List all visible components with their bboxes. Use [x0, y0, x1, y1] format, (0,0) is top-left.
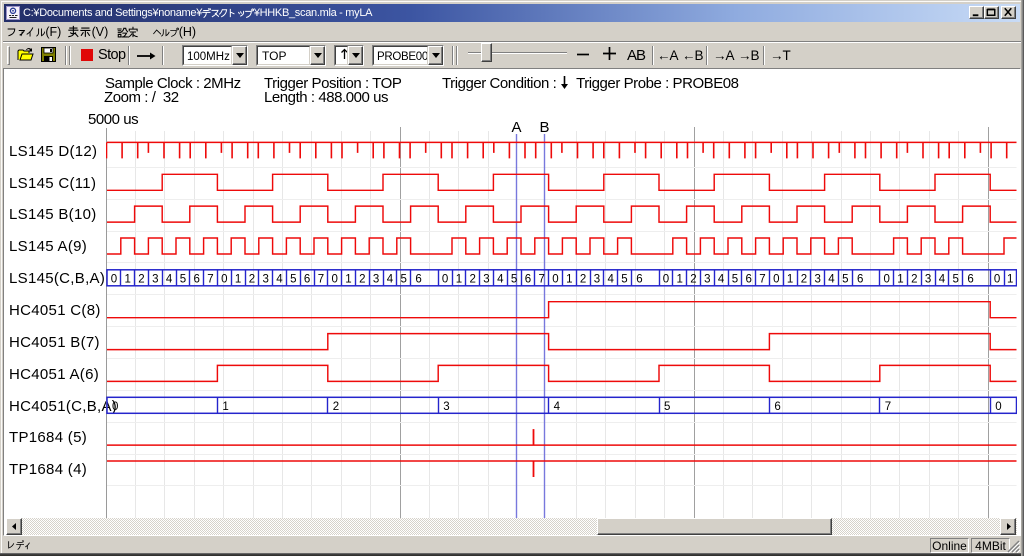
svg-text:6: 6	[525, 273, 531, 285]
svg-text:5: 5	[290, 273, 296, 285]
svg-text:B: B	[539, 119, 549, 136]
svg-text:A: A	[511, 119, 521, 136]
svg-text:0: 0	[994, 273, 1000, 285]
svg-text:6: 6	[304, 273, 310, 285]
svg-text:3: 3	[152, 273, 158, 285]
svg-text:3: 3	[443, 401, 449, 413]
svg-text:3: 3	[704, 273, 710, 285]
svg-text:0: 0	[112, 401, 118, 413]
svg-text:0: 0	[221, 273, 227, 285]
svg-text:0: 0	[331, 273, 337, 285]
svg-text:6: 6	[415, 273, 421, 285]
svg-text:0: 0	[773, 273, 779, 285]
svg-text:3: 3	[373, 273, 379, 285]
svg-text:6: 6	[857, 273, 863, 285]
svg-text:0: 0	[663, 273, 669, 285]
svg-text:6: 6	[636, 273, 642, 285]
svg-text:7: 7	[318, 273, 324, 285]
svg-text:7: 7	[207, 273, 213, 285]
svg-text:2: 2	[333, 401, 339, 413]
svg-text:6: 6	[193, 273, 199, 285]
svg-text:2: 2	[249, 273, 255, 285]
svg-text:0: 0	[111, 273, 117, 285]
svg-text:1: 1	[787, 273, 793, 285]
svg-text:5: 5	[732, 273, 738, 285]
svg-text:4: 4	[939, 273, 946, 285]
svg-text:5: 5	[952, 273, 958, 285]
svg-text:1: 1	[222, 401, 228, 413]
svg-text:1: 1	[566, 273, 572, 285]
svg-text:3: 3	[925, 273, 931, 285]
svg-text:5: 5	[180, 273, 186, 285]
svg-text:6: 6	[774, 401, 780, 413]
svg-text:4: 4	[828, 273, 835, 285]
svg-text:1: 1	[345, 273, 351, 285]
svg-text:1: 1	[897, 273, 903, 285]
svg-text:6: 6	[967, 273, 973, 285]
svg-text:5: 5	[842, 273, 848, 285]
svg-text:3: 3	[483, 273, 489, 285]
svg-text:4: 4	[276, 273, 283, 285]
svg-text:5: 5	[621, 273, 627, 285]
svg-text:7: 7	[759, 273, 765, 285]
svg-text:3: 3	[262, 273, 268, 285]
svg-text:2: 2	[911, 273, 917, 285]
svg-text:1: 1	[456, 273, 462, 285]
svg-text:7: 7	[885, 401, 891, 413]
svg-text:2: 2	[580, 273, 586, 285]
svg-text:2: 2	[359, 273, 365, 285]
svg-text:2: 2	[469, 273, 475, 285]
svg-text:0: 0	[552, 273, 558, 285]
svg-text:0: 0	[442, 273, 448, 285]
svg-text:1: 1	[676, 273, 682, 285]
svg-text:6: 6	[745, 273, 751, 285]
svg-text:4: 4	[607, 273, 614, 285]
svg-text:4: 4	[497, 273, 504, 285]
svg-text:2: 2	[690, 273, 696, 285]
svg-text:4: 4	[166, 273, 173, 285]
svg-text:1: 1	[1007, 273, 1013, 285]
svg-text:0: 0	[883, 273, 889, 285]
svg-text:5: 5	[400, 273, 406, 285]
svg-text:0: 0	[995, 401, 1001, 413]
svg-text:4: 4	[387, 273, 394, 285]
svg-text:7: 7	[538, 273, 544, 285]
svg-text:5: 5	[511, 273, 517, 285]
svg-text:4: 4	[554, 401, 561, 413]
svg-text:1: 1	[124, 273, 130, 285]
svg-text:5: 5	[664, 401, 670, 413]
svg-text:3: 3	[594, 273, 600, 285]
svg-text:1: 1	[235, 273, 241, 285]
svg-text:4: 4	[718, 273, 725, 285]
svg-text:2: 2	[801, 273, 807, 285]
svg-text:2: 2	[138, 273, 144, 285]
svg-text:3: 3	[814, 273, 820, 285]
